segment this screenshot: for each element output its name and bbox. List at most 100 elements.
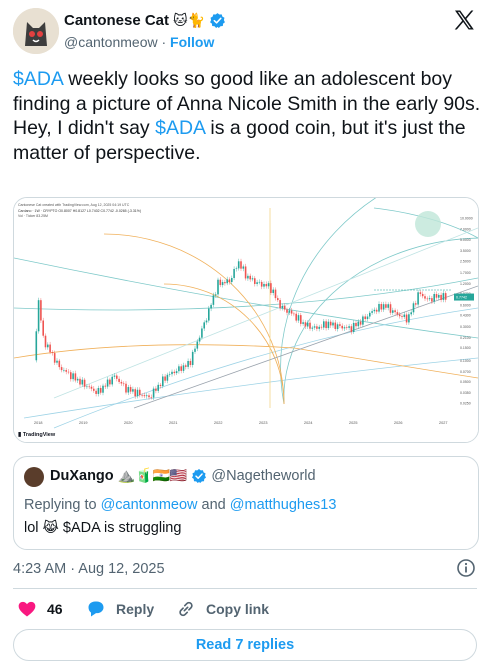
divider: [13, 588, 477, 589]
y-tick-label: 0.0700: [460, 370, 471, 374]
candle-body: [116, 375, 118, 379]
candle-body: [214, 294, 217, 296]
candle-body: [104, 385, 107, 387]
candle-body: [369, 312, 371, 317]
quoted-tweet-card[interactable]: DuXango ⛰️🧃🇮🇳🇺🇸 @Nagetheworld Replying t…: [13, 456, 479, 550]
candle-body: [339, 324, 341, 326]
candle-body: [281, 305, 284, 309]
follow-button[interactable]: Follow: [170, 34, 214, 50]
candle-body: [267, 283, 270, 287]
candle-body: [166, 374, 169, 381]
candle-body: [189, 361, 192, 365]
candle-body: [155, 388, 157, 391]
candle-body: [426, 298, 429, 300]
author-avatar[interactable]: [13, 8, 59, 54]
candle-body: [371, 311, 373, 313]
candle-body: [417, 292, 419, 305]
cashtag-link[interactable]: $ADA: [13, 68, 63, 90]
x-tick-label: 2018: [34, 421, 42, 425]
x-tick-label: 2025: [349, 421, 357, 425]
candle-body: [127, 387, 130, 393]
candle-body: [228, 279, 231, 283]
candle-body: [288, 310, 291, 313]
chart-image[interactable]: Cantonese Cat created with TradingView.c…: [13, 197, 479, 443]
quote-replying-to: Replying to @cantonmeow and @matthughes1…: [24, 497, 336, 513]
candle-body: [226, 279, 228, 284]
candle-body: [93, 388, 95, 391]
x-tick-label: 2019: [79, 421, 87, 425]
candle-body: [364, 316, 366, 320]
read-replies-button[interactable]: Read 7 replies: [13, 629, 477, 661]
candle-body: [81, 379, 84, 385]
y-tick-label: 10.0000: [460, 217, 473, 221]
author-display-name[interactable]: Cantonese Cat 🐱🐈: [64, 12, 226, 29]
candle-body: [433, 294, 435, 302]
author-handle[interactable]: @cantonmeow: [64, 34, 158, 50]
candle-body: [125, 383, 127, 393]
candle-body: [300, 315, 302, 324]
candle-body: [286, 309, 288, 313]
candle-body: [421, 293, 424, 297]
candle-body: [141, 395, 143, 396]
candle-body: [102, 385, 104, 393]
y-tick-label: 3.5000: [460, 249, 471, 253]
candle-body: [205, 320, 208, 323]
handle-separator: ·: [161, 34, 167, 50]
candle-body: [150, 397, 153, 398]
candle-body: [336, 324, 339, 329]
candle-body: [171, 371, 173, 375]
reply-button[interactable]: Reply: [86, 599, 154, 619]
candle-body: [164, 376, 166, 381]
candle-body: [403, 314, 406, 317]
cashtag-link[interactable]: $ADA: [155, 117, 205, 139]
candle-body: [83, 379, 86, 387]
candle-body: [398, 314, 401, 317]
link-icon: [179, 601, 193, 617]
y-tick-label: 0.0350: [460, 391, 471, 395]
candle-body: [159, 384, 162, 387]
current-price-label: 0.7742: [456, 296, 467, 300]
candle-body: [139, 389, 141, 396]
candle-body: [244, 266, 247, 279]
candle-body: [316, 326, 318, 329]
candle-body: [194, 348, 196, 352]
candle-body: [389, 304, 392, 313]
candle-body: [297, 315, 300, 321]
candle-body: [408, 314, 410, 323]
candle-body: [304, 322, 307, 327]
quote-handle[interactable]: @Nagetheworld: [211, 468, 315, 484]
candle-body: [145, 395, 148, 397]
candle-body: [86, 386, 88, 388]
reply-mention-link[interactable]: @cantonmeow: [101, 497, 198, 513]
candle-body: [143, 395, 146, 397]
verified-badge-icon: [192, 469, 207, 483]
candle-body: [65, 370, 67, 372]
candle-body: [295, 313, 297, 321]
candle-body: [401, 316, 403, 317]
chart-header-text: Cantonese Cat created with TradingView.c…: [18, 203, 130, 207]
candle-body: [444, 293, 447, 300]
info-icon[interactable]: [456, 558, 476, 578]
candle-body: [332, 322, 334, 326]
like-button[interactable]: 46: [17, 599, 63, 619]
candle-body: [442, 293, 445, 300]
x-logo-icon[interactable]: [452, 8, 476, 32]
candle-body: [134, 389, 136, 397]
y-tick-label: 0.2100: [460, 336, 471, 340]
tweet-timestamp[interactable]: 4:23 AM · Aug 12, 2025: [13, 561, 165, 577]
reply-mention-link[interactable]: @matthughes13: [230, 497, 337, 513]
copy-link-button[interactable]: Copy link: [176, 599, 269, 619]
candle-body: [237, 261, 240, 269]
candle-body: [70, 372, 72, 380]
candle-body: [341, 325, 343, 329]
candle-body: [258, 281, 261, 283]
candle-body: [182, 365, 185, 371]
candle-body: [405, 314, 408, 323]
quote-avatar[interactable]: [24, 467, 44, 487]
quote-display-name[interactable]: DuXango: [50, 468, 114, 484]
candle-body: [334, 322, 337, 329]
candle-body: [359, 321, 362, 325]
candle-body: [293, 313, 295, 315]
y-tick-label: 1.2000: [460, 282, 471, 286]
candle-body: [235, 268, 238, 269]
